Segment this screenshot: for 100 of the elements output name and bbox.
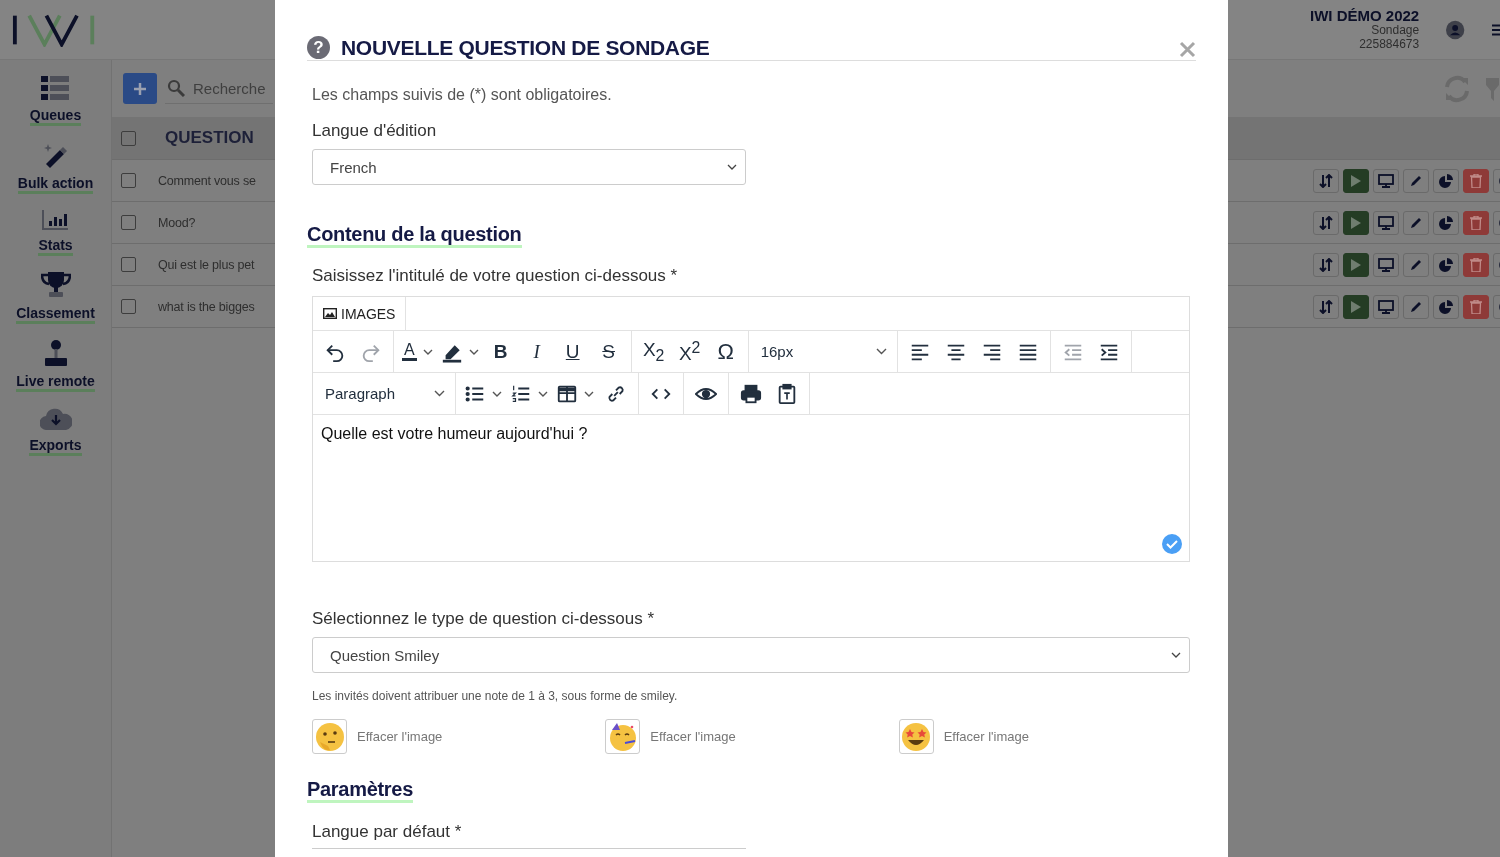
delete-button[interactable]: [1463, 294, 1489, 319]
joystick-icon: [43, 340, 68, 366]
add-button[interactable]: [123, 73, 157, 104]
required-note: Les champs suivis de (*) sont obligatoires.: [312, 86, 612, 104]
trash-icon: [1470, 215, 1482, 230]
delete-button[interactable]: [1463, 210, 1489, 235]
sidebar-item[interactable]: Bulk action: [17, 175, 94, 194]
section-heading: Paramètres: [307, 778, 413, 803]
monitor-icon: [1378, 173, 1394, 188]
language-select[interactable]: French: [312, 149, 746, 185]
delete-button[interactable]: [1463, 252, 1489, 277]
column-header: QUESTION: [165, 128, 254, 148]
pie-chart-button[interactable]: [1433, 168, 1459, 193]
play-icon: [1350, 173, 1362, 188]
checkbox[interactable]: [121, 173, 136, 188]
trash-icon: [1470, 257, 1482, 272]
trash-icon: [1470, 299, 1482, 314]
monitor-icon: [1378, 299, 1394, 314]
plus-icon: [133, 81, 147, 96]
play-button[interactable]: [1343, 252, 1369, 277]
trash-icon: [1470, 173, 1482, 188]
help-icon: ?: [307, 36, 330, 59]
editor-text[interactable]: Quelle est votre humeur aujourd'hui ?: [321, 425, 588, 442]
screen-button[interactable]: [1373, 210, 1399, 235]
checkbox[interactable]: [121, 215, 136, 230]
question-type-select[interactable]: Question Smiley: [312, 637, 1190, 673]
paste-icon: [776, 382, 798, 405]
account-code: 225884673: [1359, 36, 1420, 51]
play-icon: [1350, 257, 1362, 272]
field-label: Sélectionnez le type de question ci-dessous *: [312, 609, 655, 629]
pie-chart-icon: [1439, 173, 1453, 188]
pie-chart-button[interactable]: [1433, 252, 1459, 277]
account-title: IWI DÉMO 2022: [1310, 8, 1420, 23]
account-subtitle: Sondage: [1371, 22, 1420, 37]
edit-button[interactable]: [1403, 210, 1429, 235]
reorder-button[interactable]: [1313, 210, 1339, 235]
table-cell: Mood?: [158, 215, 196, 230]
table-cell: Qui est le plus pet: [158, 257, 255, 272]
screen-button[interactable]: [1373, 168, 1399, 193]
checkbox[interactable]: [121, 299, 136, 314]
check-icon: [1161, 533, 1183, 555]
pencil-icon: [1409, 215, 1423, 230]
reorder-button[interactable]: [1313, 168, 1339, 193]
table-cell: what is the bigges: [158, 299, 255, 314]
dialog-title: NOUVELLE QUESTION DE SONDAGE: [341, 36, 710, 60]
up-down-arrows-icon: [1319, 173, 1333, 188]
reorder-button[interactable]: [1313, 294, 1339, 319]
section-heading: Contenu de la question: [307, 223, 522, 248]
field-label: Saisissez l'intitulé de votre question ci-dessous *: [312, 266, 678, 286]
up-down-arrows-icon: [1319, 257, 1333, 272]
screen-button[interactable]: [1373, 252, 1399, 277]
edit-button[interactable]: [1403, 168, 1429, 193]
checkbox[interactable]: [121, 130, 136, 146]
bar-chart-icon: [42, 210, 69, 230]
image-icon: [323, 308, 337, 319]
trophy-icon: [40, 272, 71, 298]
pencil-icon: [1409, 173, 1423, 188]
play-icon: [1350, 215, 1362, 230]
clear-image-link[interactable]: Effacer l'image: [357, 729, 443, 744]
play-button[interactable]: [1343, 294, 1369, 319]
edit-button[interactable]: [1403, 252, 1429, 277]
pie-chart-icon: [1439, 215, 1453, 230]
sidebar-item[interactable]: Exports: [29, 437, 82, 456]
help-text: Les invités doivent attribuer une note de 1 à 3, sous forme de smiley.: [312, 689, 678, 703]
edit-button[interactable]: [1403, 294, 1429, 319]
clear-image-link[interactable]: Effacer l'image: [650, 729, 736, 744]
screen-button[interactable]: [1373, 294, 1399, 319]
chevron-icon: [434, 390, 445, 397]
search-field[interactable]: Recherche: [165, 73, 273, 104]
reorder-button[interactable]: [1313, 252, 1339, 277]
sidebar-item[interactable]: Queues: [29, 107, 82, 126]
search-input[interactable]: Recherche: [193, 79, 273, 97]
sidebar-item[interactable]: Stats: [38, 237, 73, 256]
monitor-icon: [1378, 215, 1394, 230]
chevron-icon: [727, 164, 737, 170]
pie-chart-button[interactable]: [1433, 210, 1459, 235]
table-cell: Comment vous se: [158, 173, 256, 188]
search-icon: [167, 79, 185, 97]
chevron-icon: [1171, 652, 1181, 658]
pencil-icon: [1409, 257, 1423, 272]
delete-button[interactable]: [1463, 168, 1489, 193]
clear-image-link[interactable]: Effacer l'image: [943, 729, 1029, 744]
list-icon: [41, 76, 70, 100]
sidebar-item[interactable]: Live remote: [16, 373, 95, 392]
up-down-arrows-icon: [1319, 299, 1333, 314]
pie-chart-icon: [1439, 257, 1453, 272]
play-button[interactable]: [1343, 168, 1369, 193]
field-label: Langue par défaut *: [312, 822, 462, 842]
field-label: Langue d'édition: [312, 121, 437, 141]
cloud-download-icon: [39, 408, 72, 430]
print-icon: [740, 382, 762, 405]
up-down-arrows-icon: [1319, 215, 1333, 230]
pencil-icon: [1409, 299, 1423, 314]
play-button[interactable]: [1343, 210, 1369, 235]
monitor-icon: [1378, 257, 1394, 272]
play-icon: [1350, 299, 1362, 314]
pie-chart-button[interactable]: [1433, 294, 1459, 319]
sidebar-item[interactable]: Classement: [16, 305, 95, 324]
checkbox[interactable]: [121, 257, 136, 272]
chevron-icon: [875, 348, 887, 355]
